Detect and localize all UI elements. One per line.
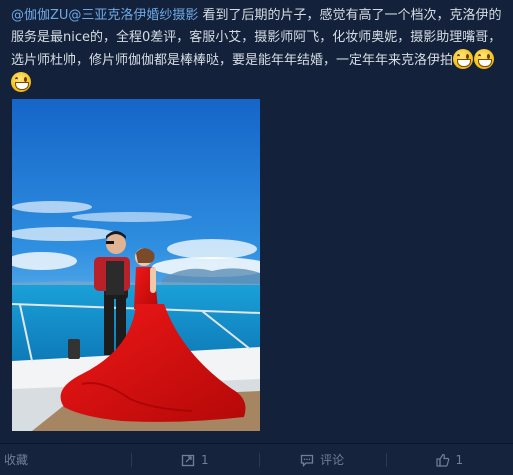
repost-count: 1: [201, 452, 209, 467]
weibo-post: @伽伽ZU@三亚克洛伊婚纱摄影 看到了后期的片子，感觉有高了一个档次，克洛伊的服…: [0, 0, 513, 475]
grin-emoji-icon: [474, 49, 495, 69]
comment-label: 评论: [320, 453, 345, 467]
action-bar: 收藏 1 评论 1: [0, 444, 513, 475]
comment-button[interactable]: 评论: [258, 444, 386, 475]
comment-icon: [300, 453, 314, 467]
thumbs-up-icon: [435, 453, 450, 467]
grin-emoji-icon: [11, 72, 31, 92]
repost-icon: [181, 453, 195, 467]
like-button[interactable]: 1: [385, 444, 513, 475]
mention-link[interactable]: @伽伽ZU@三亚克洛伊婚纱摄影: [11, 8, 198, 23]
wedding-photo-image: [12, 99, 260, 431]
like-count: 1: [455, 452, 464, 467]
favorite-button[interactable]: 收藏: [0, 444, 131, 475]
grin-emoji-icon: [453, 49, 474, 69]
favorite-label: 收藏: [4, 453, 29, 467]
repost-button[interactable]: 1: [131, 444, 258, 475]
post-text: @伽伽ZU@三亚克洛伊婚纱摄影 看到了后期的片子，感觉有高了一个档次，克洛伊的服…: [11, 5, 505, 95]
post-photo[interactable]: [12, 99, 260, 431]
